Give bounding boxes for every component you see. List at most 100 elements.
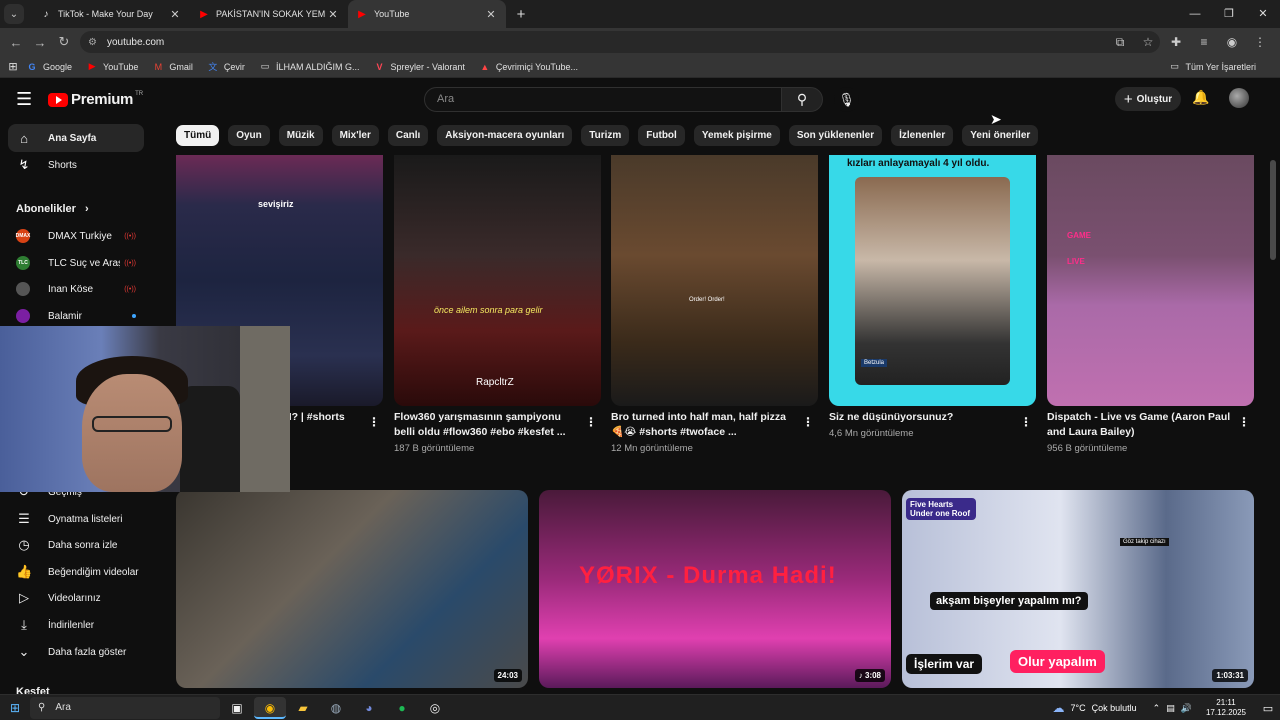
short-thumbnail-4[interactable]: kızları anlayamayalı 4 yıl oldu. Betzula — [829, 155, 1036, 406]
subscription-tlc[interactable]: TLC TLC Suç ve Araşt... ((•)) — [16, 256, 136, 270]
bookmark-online-youtube[interactable]: ▲ Çevrimiçi YouTube... — [479, 61, 578, 73]
microphone-icon[interactable]: 🎙 — [834, 87, 859, 112]
profile-icon[interactable]: ◉ — [1218, 35, 1246, 49]
sidebar-item-show-more[interactable]: ⌄ Daha fazla göster — [8, 638, 144, 666]
more-options-icon[interactable]: ⋮ — [585, 415, 597, 429]
search-icon[interactable]: ⚲ — [781, 87, 823, 112]
windows-start-icon[interactable]: ⊞ — [0, 701, 30, 715]
chip-tourism[interactable]: Turizm — [581, 125, 630, 146]
short-thumbnail-3[interactable]: Order! Order! — [611, 155, 818, 406]
chip-cooking[interactable]: Yemek pişirme — [693, 125, 780, 146]
close-window-icon[interactable]: ✕ — [1246, 0, 1280, 28]
subscription-inan-kose[interactable]: İnan Köse ((•)) — [16, 282, 136, 296]
chip-recently-uploaded[interactable]: Son yüklenenler — [788, 125, 883, 146]
more-options-icon[interactable]: ⋮ — [802, 415, 814, 429]
hamburger-menu-icon[interactable]: ☰ — [16, 89, 32, 110]
forward-icon[interactable]: → — [28, 35, 52, 50]
address-bar[interactable]: ⚙ youtube.com — [80, 31, 1160, 53]
close-tab-icon[interactable]: ✕ — [484, 8, 498, 21]
new-tab-button[interactable]: + — [510, 6, 532, 23]
sidebar-item-playlists[interactable]: ☰ Oynatma listeleri — [8, 505, 144, 533]
volume-icon[interactable]: 🔊 — [1181, 703, 1192, 714]
sidebar-item-shorts[interactable]: ↯ Shorts — [8, 151, 144, 179]
sidebar-item-label: Daha fazla göster — [48, 646, 127, 658]
extensions-icon[interactable]: ✚ — [1162, 35, 1190, 49]
chip-mixes[interactable]: Mix'ler — [331, 125, 379, 146]
video-thumbnail-1[interactable]: 24:03 — [176, 490, 528, 688]
more-options-icon[interactable]: ⋮ — [1238, 415, 1250, 429]
steam-icon[interactable]: ◍ — [320, 697, 352, 719]
chip-new-to-you[interactable]: Yeni öneriler — [962, 125, 1039, 146]
bookmark-gmail[interactable]: M Gmail — [152, 61, 193, 73]
account-avatar[interactable] — [1229, 88, 1249, 108]
bookmark-youtube[interactable]: ▶ YouTube — [86, 61, 139, 73]
bookmark-valorant[interactable]: V Spreyler - Valorant — [373, 61, 464, 73]
cast-icon[interactable]: ⧉ — [1106, 35, 1134, 50]
reload-icon[interactable]: ↻ — [52, 34, 76, 50]
task-view-icon[interactable]: ▣ — [221, 697, 253, 719]
notifications-bell-icon[interactable]: 🔔 — [1192, 89, 1209, 106]
taskbar-search[interactable]: ⚲ Ara — [30, 696, 220, 719]
live-icon: ((•)) — [124, 285, 136, 293]
chrome-icon[interactable]: ◉ — [254, 696, 286, 719]
sidebar-item-downloads[interactable]: ⤓ İndirilenler — [8, 611, 144, 639]
sidebar-item-your-videos[interactable]: ▷ Videolarınız — [8, 584, 144, 612]
chip-football[interactable]: Futbol — [638, 125, 685, 146]
scrollbar-thumb[interactable] — [1270, 160, 1276, 260]
chip-games[interactable]: Oyun — [228, 125, 270, 146]
chip-watched[interactable]: İzlenenler — [891, 125, 954, 146]
star-icon[interactable]: ☆ — [1134, 35, 1162, 49]
more-options-icon[interactable]: ⋮ — [368, 415, 380, 429]
search-input[interactable]: Ara — [424, 87, 782, 112]
bookmark-translate[interactable]: 文 Çevir — [207, 61, 245, 73]
menu-icon[interactable]: ⋮ — [1246, 35, 1274, 49]
short-title[interactable]: N? | #shorts — [284, 410, 364, 425]
notification-center-icon[interactable]: ▭ — [1256, 702, 1280, 715]
youtube-icon: ▶ — [358, 8, 366, 20]
close-tab-icon[interactable]: ✕ — [326, 8, 340, 21]
chip-live[interactable]: Canlı — [387, 125, 429, 146]
short-title[interactable]: Dispatch - Live vs Game (Aaron Paul and … — [1047, 410, 1235, 440]
video-thumbnail-2[interactable]: YØRIX - Durma Hadi! ♪ 3:08 — [539, 490, 891, 688]
close-tab-icon[interactable]: ✕ — [168, 8, 182, 21]
browser-tab-tiktok[interactable]: ♪ TikTok - Make Your Day ✕ — [32, 0, 190, 28]
apps-icon[interactable]: ⊞ — [0, 60, 26, 73]
sidebar-item-watch-later[interactable]: ◷ Daha sonra izle — [8, 531, 144, 559]
discord-icon[interactable]: ◕ — [353, 697, 385, 719]
short-title[interactable]: Bro turned into half man, half pizza 🍕😭 … — [611, 410, 799, 440]
minimize-icon[interactable]: — — [1178, 0, 1212, 28]
taskbar-clock[interactable]: 21:11 17.12.2025 — [1206, 698, 1246, 718]
short-title[interactable]: Flow360 yarışmasının şampiyonu belli old… — [394, 410, 582, 440]
network-icon[interactable]: ▤ — [1166, 703, 1175, 714]
back-icon[interactable]: ← — [4, 35, 28, 50]
bookmark-folder[interactable]: ▭ İLHAM ALDIĞIM G... — [259, 61, 360, 73]
spotify-icon[interactable]: ● — [386, 697, 418, 719]
short-thumbnail-2[interactable]: önce ailem sonra para gelir RapcltrZ — [394, 155, 601, 406]
subscription-balamir[interactable]: Balamir — [16, 309, 136, 323]
subscriptions-header[interactable]: Abonelikler › — [16, 203, 89, 215]
sidebar-item-liked-videos[interactable]: 👍 Beğendiğim videolar — [8, 558, 144, 586]
chip-music[interactable]: Müzik — [278, 125, 323, 146]
obs-icon[interactable]: ◎ — [419, 697, 451, 719]
chip-action-adventure[interactable]: Aksiyon-macera oyunları — [437, 125, 573, 146]
sidebar-item-home[interactable]: ⌂ Ana Sayfa — [8, 124, 144, 152]
all-bookmarks-button[interactable]: ▭ Tüm Yer İşaretleri — [1168, 61, 1256, 73]
video-thumbnail-3[interactable]: Five Hearts Under one Roof Göz takip cih… — [902, 490, 1254, 688]
subscription-dmax[interactable]: DMAX DMAX Turkiye ((•)) — [16, 229, 136, 243]
weather-widget[interactable]: ☁ 7°C Çok bulutlu — [1053, 701, 1137, 715]
more-options-icon[interactable]: ⋮ — [1020, 415, 1032, 429]
restore-icon[interactable]: ❐ — [1212, 0, 1246, 28]
file-explorer-icon[interactable]: ▰ — [287, 697, 319, 719]
create-button[interactable]: + Oluştur — [1115, 87, 1181, 111]
short-title[interactable]: Siz ne düşünüyorsunuz? — [829, 410, 1017, 425]
browser-tab-pakistan[interactable]: ▶ PAKİSTAN'IN SOKAK YEMEKLERİ ✕ — [190, 0, 348, 28]
tab-search-button[interactable]: ⌄ — [4, 4, 24, 24]
browser-tab-youtube[interactable]: ▶ YouTube ✕ — [348, 0, 506, 28]
chip-all[interactable]: Tümü — [176, 125, 220, 146]
youtube-premium-logo[interactable]: Premium TR — [48, 91, 143, 108]
site-info-icon[interactable]: ⚙ — [88, 37, 97, 48]
reading-list-icon[interactable]: ≡ — [1190, 35, 1218, 49]
bookmark-google[interactable]: G Google — [26, 61, 72, 73]
tray-chevron-icon[interactable]: ⌃ — [1153, 703, 1161, 714]
short-thumbnail-5[interactable]: GAME LIVE — [1047, 155, 1254, 406]
